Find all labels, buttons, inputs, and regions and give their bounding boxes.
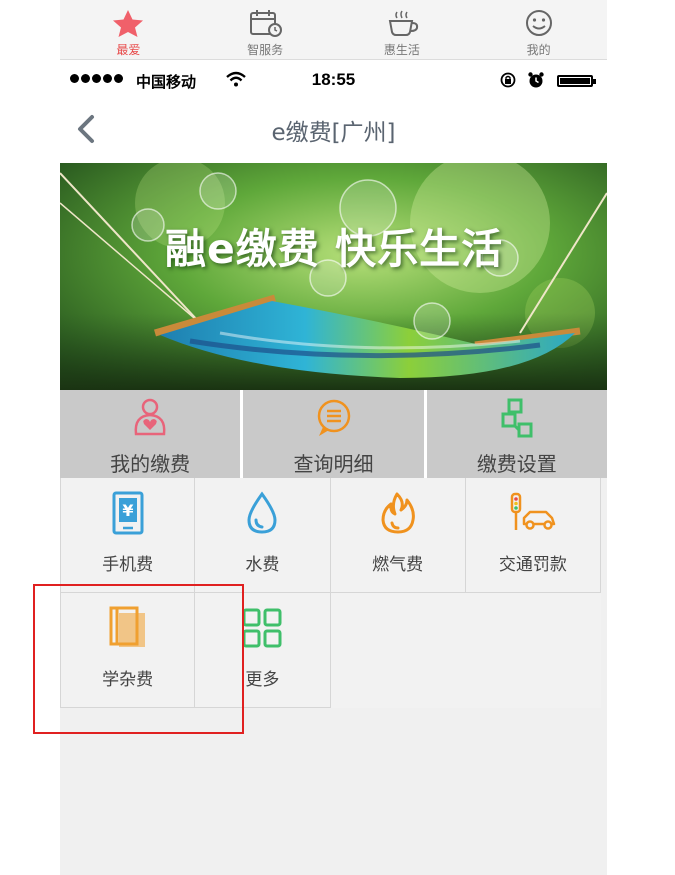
grid-empty-cell bbox=[465, 593, 601, 708]
tab-label: 惠生活 bbox=[383, 43, 420, 57]
action-label: 查询明细 bbox=[293, 452, 374, 476]
hammock-banner-image bbox=[60, 163, 607, 390]
grid-empty-cell bbox=[330, 593, 466, 708]
blocks-icon bbox=[501, 398, 533, 438]
flame-icon bbox=[381, 492, 415, 534]
action-label: 缴费设置 bbox=[476, 452, 557, 476]
battery-icon bbox=[557, 75, 596, 87]
service-gas-fee[interactable]: 燃气费 bbox=[330, 478, 466, 593]
tab-favorites[interactable]: 最爱 bbox=[60, 0, 197, 59]
service-label: 手机费 bbox=[102, 555, 154, 575]
tab-label: 最爱 bbox=[116, 43, 141, 57]
tab-mine[interactable]: 我的 bbox=[470, 0, 607, 59]
svg-text:¥: ¥ bbox=[122, 501, 133, 520]
calendar-icon bbox=[250, 10, 283, 37]
status-bar: 中国移动 18:55 bbox=[60, 60, 607, 100]
phone-screen: 最爱 智服务 惠生活 我的 中国移动 18:55 e缴费[广州] 融e缴费 快乐… bbox=[60, 0, 607, 875]
page-title: e缴费[广州] bbox=[271, 120, 396, 146]
chat-lines-icon bbox=[318, 399, 351, 436]
top-tab-bar: 最爱 智服务 惠生活 我的 bbox=[60, 0, 607, 60]
water-drop-icon bbox=[247, 491, 277, 534]
service-label: 水费 bbox=[245, 555, 280, 575]
service-water-fee[interactable]: 水费 bbox=[195, 478, 331, 593]
person-heart-icon bbox=[134, 398, 166, 436]
star-icon bbox=[113, 10, 144, 37]
tab-smart-service[interactable]: 智服务 bbox=[197, 0, 334, 59]
banner-slogan: 融e缴费 快乐生活 bbox=[165, 225, 504, 273]
nav-bar: e缴费[广州] bbox=[60, 100, 607, 163]
grid-more-icon bbox=[242, 608, 282, 648]
tab-life-deals[interactable]: 惠生活 bbox=[334, 0, 471, 59]
service-traffic-fine[interactable]: 交通罚款 bbox=[465, 478, 601, 593]
alarm-clock-icon bbox=[528, 72, 544, 88]
tab-label: 智服务 bbox=[247, 43, 284, 57]
query-details-button[interactable]: 查询明细 bbox=[243, 390, 424, 478]
service-label: 更多 bbox=[245, 670, 280, 690]
my-payments-button[interactable]: 我的缴费 bbox=[60, 390, 241, 478]
smiley-icon bbox=[525, 10, 552, 36]
rotation-lock-icon bbox=[500, 72, 516, 88]
service-label: 燃气费 bbox=[372, 555, 424, 575]
promo-banner[interactable]: 融e缴费 快乐生活 bbox=[60, 163, 607, 390]
phone-yen-icon: ¥ bbox=[112, 491, 144, 535]
quick-actions-row: 我的缴费 查询明细 缴费设置 bbox=[60, 390, 607, 478]
action-label: 我的缴费 bbox=[110, 452, 191, 476]
status-time: 18:55 bbox=[311, 70, 356, 89]
highlight-box bbox=[33, 584, 244, 734]
coffee-cup-icon bbox=[388, 10, 419, 36]
payment-settings-button[interactable]: 缴费设置 bbox=[426, 390, 607, 478]
tab-label: 我的 bbox=[526, 43, 551, 57]
service-phone-fee[interactable]: ¥ 手机费 bbox=[60, 478, 196, 593]
traffic-car-icon bbox=[510, 492, 556, 530]
service-label: 交通罚款 bbox=[498, 555, 567, 575]
